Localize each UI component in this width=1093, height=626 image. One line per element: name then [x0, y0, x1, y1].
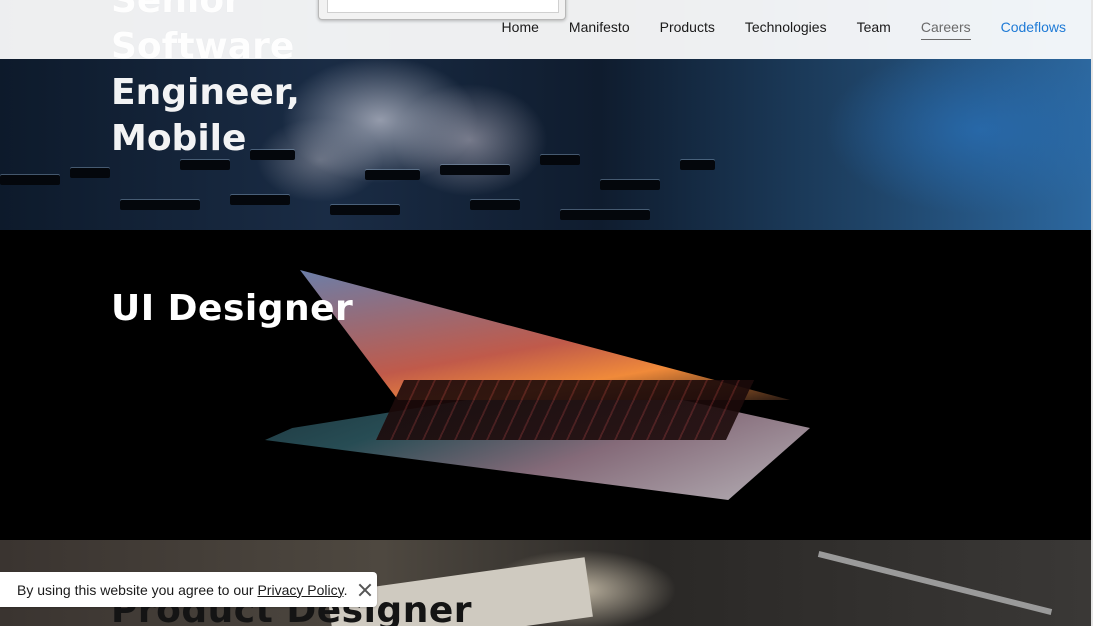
job-card-ui-designer[interactable]	[0, 230, 1091, 540]
pen-image	[817, 551, 1053, 615]
job-title-line: Senior Software Engineer, Mobile	[111, 0, 300, 159]
job-title-ui-designer[interactable]: UI Designer	[111, 288, 353, 329]
job-title-senior-mobile-engineer[interactable]: Senior Software Engineer, Mobile	[111, 0, 411, 162]
nav-codeflows[interactable]: Codeflows	[1001, 19, 1066, 40]
nav-products[interactable]: Products	[660, 19, 715, 40]
nav-careers[interactable]: Careers	[920, 19, 971, 40]
laptop-keyboard-image	[376, 380, 754, 440]
nav-manifesto[interactable]: Manifesto	[569, 19, 630, 40]
site-header: Senior Software Engineer, Mobile Home Ma…	[0, 0, 1091, 159]
close-icon[interactable]	[357, 582, 373, 598]
nav-team[interactable]: Team	[857, 19, 891, 40]
cookie-text-before: By using this website you agree to our	[17, 581, 258, 598]
cookie-message: By using this website you agree to our P…	[17, 582, 347, 598]
privacy-policy-link[interactable]: Privacy Policy	[257, 582, 343, 598]
cookie-banner: By using this website you agree to our P…	[0, 572, 377, 607]
page: UI Designer Product Designer Senior Soft…	[0, 0, 1091, 626]
nav-home[interactable]: Home	[502, 19, 539, 40]
popup-field	[327, 0, 559, 13]
main-nav: Home Manifesto Products Technologies Tea…	[472, 19, 1066, 40]
cookie-text-after: .	[343, 581, 348, 598]
browser-popup	[318, 0, 566, 20]
nav-technologies[interactable]: Technologies	[745, 19, 827, 40]
